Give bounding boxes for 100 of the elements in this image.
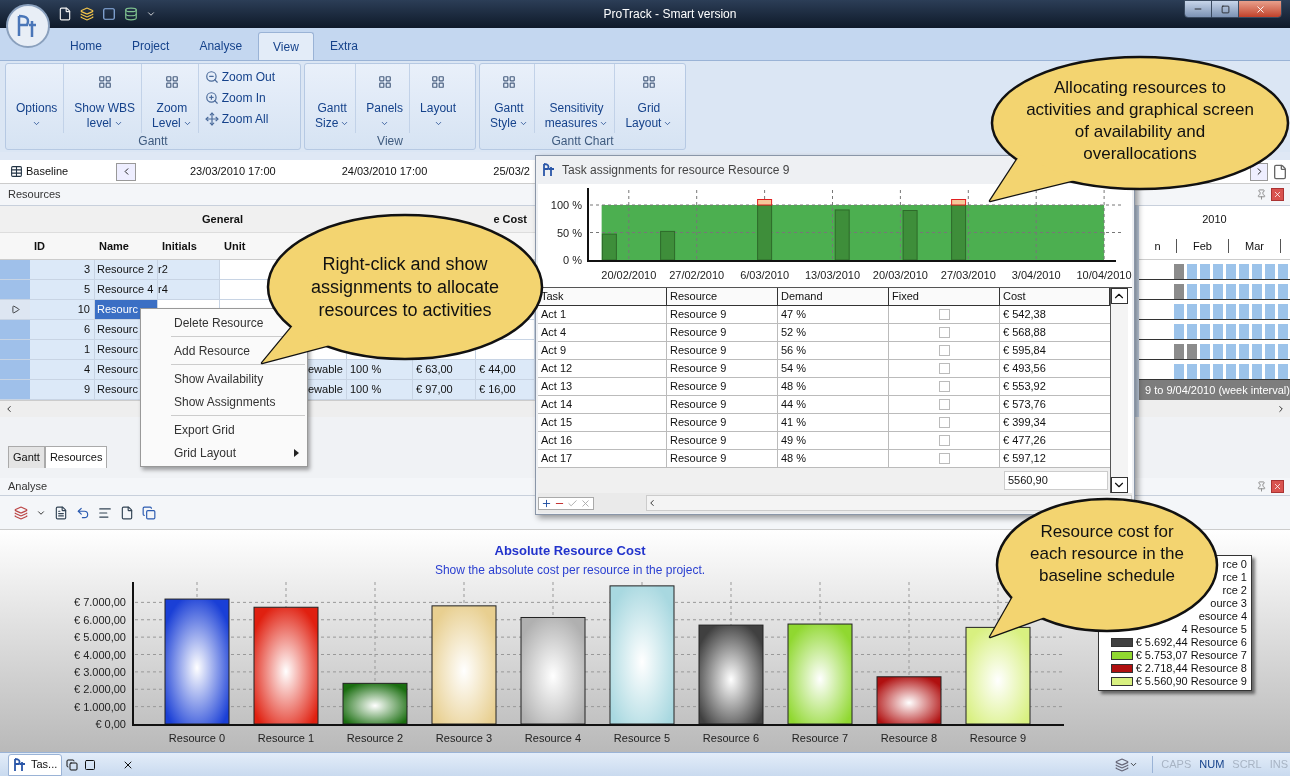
table-cell-text: € 573,76 xyxy=(1003,397,1046,413)
axis-category-label: Resource 3 xyxy=(435,732,493,744)
table-cell-text: Resource 9 xyxy=(670,325,727,341)
table-cell-text: 47 % xyxy=(781,307,807,323)
baseline-label: Baseline xyxy=(26,164,70,180)
panel-title: Analyse xyxy=(8,479,48,495)
table-cell: 4 xyxy=(30,360,95,379)
table-cell-text: Resource 9 xyxy=(670,415,727,431)
axis-tick-label: 13/03/2010 xyxy=(804,269,861,281)
axis-tick-label: € 6.000,00 xyxy=(74,613,126,626)
table-cell: r4 xyxy=(158,280,220,299)
axis-tick-label: 20/02/2010 xyxy=(601,269,657,281)
axis-tick-label: € 4.000,00 xyxy=(74,648,126,661)
total-cell: 5560,90 xyxy=(1004,471,1108,490)
axis-tick-label: € 5.000,00 xyxy=(74,631,126,644)
callout-text: Resource cost for each resource in the baseline schedule xyxy=(1029,521,1185,587)
axis-category-label: Resource 1 xyxy=(257,732,315,744)
table-cell-text: 52 % xyxy=(781,325,807,341)
legend-label: ource 3 xyxy=(1210,597,1247,610)
table-cell-text: € 595,84 xyxy=(1003,343,1046,359)
table-cell-text: Resource 9 xyxy=(670,307,727,323)
table-cell-text: Resource 9 xyxy=(670,397,727,413)
axis-tick-label: € 3.000,00 xyxy=(74,665,126,678)
table-cell: € 16,00 xyxy=(476,380,535,399)
window-title: ProTrack - Smart version xyxy=(603,6,737,23)
table-cell: € 97,00 xyxy=(413,380,476,399)
gantt-month: Feb xyxy=(1193,238,1212,254)
axis-tick-label: 6/03/2010 xyxy=(740,269,790,281)
axis-tick-label: € 2.000,00 xyxy=(74,683,126,696)
gantt-month: Mar xyxy=(1245,238,1264,254)
status-indicator: NUM xyxy=(1199,757,1225,773)
table-cell-text: 44 % xyxy=(781,397,807,413)
table-cell-text: Resource 9 xyxy=(670,433,727,449)
table-cell-text: Act 16 xyxy=(541,433,573,449)
axis-category-label: Resource 0 xyxy=(168,732,226,744)
legend-label: € 2.718,44 Resource 8 xyxy=(1135,662,1247,675)
timeline-date: 24/03/2010 17:00 xyxy=(341,164,428,180)
table-cell-text: 56 % xyxy=(781,343,807,359)
legend-label: rce 1 xyxy=(1222,571,1247,584)
legend-label: € 5.560,90 Resource 9 xyxy=(1135,675,1247,688)
column-header: Initials xyxy=(162,238,197,254)
ribbon-group-label: Gantt Chart xyxy=(551,133,614,150)
legend-label: rce 2 xyxy=(1222,584,1247,597)
axis-tick-label: 20/03/2010 xyxy=(872,269,928,281)
table-cell-text: Act 13 xyxy=(541,379,573,395)
legend-label: 4 Resource 5 xyxy=(1181,623,1247,636)
axis-tick-label: € 0,00 xyxy=(95,718,126,730)
legend-label: esource 4 xyxy=(1198,610,1247,623)
table-cell-text: Resource 9 xyxy=(670,361,727,377)
table-cell: r2 xyxy=(158,260,220,279)
legend-label: € 5.692,44 Resource 6 xyxy=(1135,636,1247,649)
axis-category-label: Resource 8 xyxy=(880,732,938,744)
table-cell-text: € 542,38 xyxy=(1003,307,1046,323)
table-cell-text: 41 % xyxy=(781,415,807,431)
table-cell: Resource 2 xyxy=(95,260,158,279)
column-header: Demand xyxy=(781,289,823,305)
column-header: Unit xyxy=(224,238,246,254)
axis-tick-label: 27/02/2010 xyxy=(669,269,725,281)
legend-label: € 5.753,07 Resource 7 xyxy=(1135,649,1247,662)
table-cell: Resource 4 xyxy=(95,280,158,299)
table-cell-text: € 553,92 xyxy=(1003,379,1046,395)
axis-tick-label: 10/04/2010 xyxy=(1076,269,1132,281)
axis-category-label: Resource 5 xyxy=(613,732,671,744)
chart-title: Absolute Resource Cost xyxy=(494,541,646,560)
timeline-date: 25/03/2 xyxy=(493,164,530,180)
table-cell-text: Act 14 xyxy=(541,397,573,413)
table-cell-text: 48 % xyxy=(781,379,807,395)
axis-tick-label: 0 % xyxy=(563,254,582,266)
axis-category-label: Resource 4 xyxy=(524,732,582,744)
axis-tick-label: 50 % xyxy=(556,226,582,239)
axis-tick-label: € 1.000,00 xyxy=(74,700,126,713)
column-header: Resource xyxy=(670,289,718,305)
table-cell: 10 xyxy=(30,300,95,319)
table-cell-text: Act 17 xyxy=(541,451,573,467)
table-cell-text: Act 9 xyxy=(541,343,567,359)
table-cell-text: Act 15 xyxy=(541,415,573,431)
window-title: Task assignments for resource Resource 9 xyxy=(562,162,790,179)
axis-category-label: Resource 2 xyxy=(346,732,404,744)
table-cell-text: € 493,56 xyxy=(1003,361,1046,377)
table-cell-text: € 477,26 xyxy=(1003,433,1046,449)
gantt-month: n xyxy=(1154,238,1161,254)
table-cell: 5 xyxy=(30,280,95,299)
column-group-header: General xyxy=(202,211,243,227)
ribbon-group-label: View xyxy=(377,133,403,150)
timeline-date: 23/03/2010 17:00 xyxy=(190,164,276,180)
callout-text: Allocating resources to activities and graphical screen of availability and overallocations xyxy=(1025,77,1255,165)
column-group-header: e Cost xyxy=(493,211,527,227)
axis-category-label: Resource 9 xyxy=(969,732,1027,744)
axis-tick-label: € 7.000,00 xyxy=(74,596,126,609)
table-cell-text: Resource 9 xyxy=(670,379,727,395)
callout-text: Right-click and show assignments to allocate resources to activities xyxy=(309,253,501,322)
table-cell-text: Act 4 xyxy=(541,325,567,341)
table-cell: 100 % xyxy=(347,360,413,379)
table-cell-text: Resource 9 xyxy=(670,343,727,359)
table-cell-text: 54 % xyxy=(781,361,807,377)
panel-title: Resources xyxy=(8,187,61,203)
column-header: Name xyxy=(99,238,129,254)
ribbon-group-label: Gantt xyxy=(138,133,168,150)
column-header: Fixed xyxy=(892,289,919,305)
table-cell: 3 xyxy=(30,260,95,279)
